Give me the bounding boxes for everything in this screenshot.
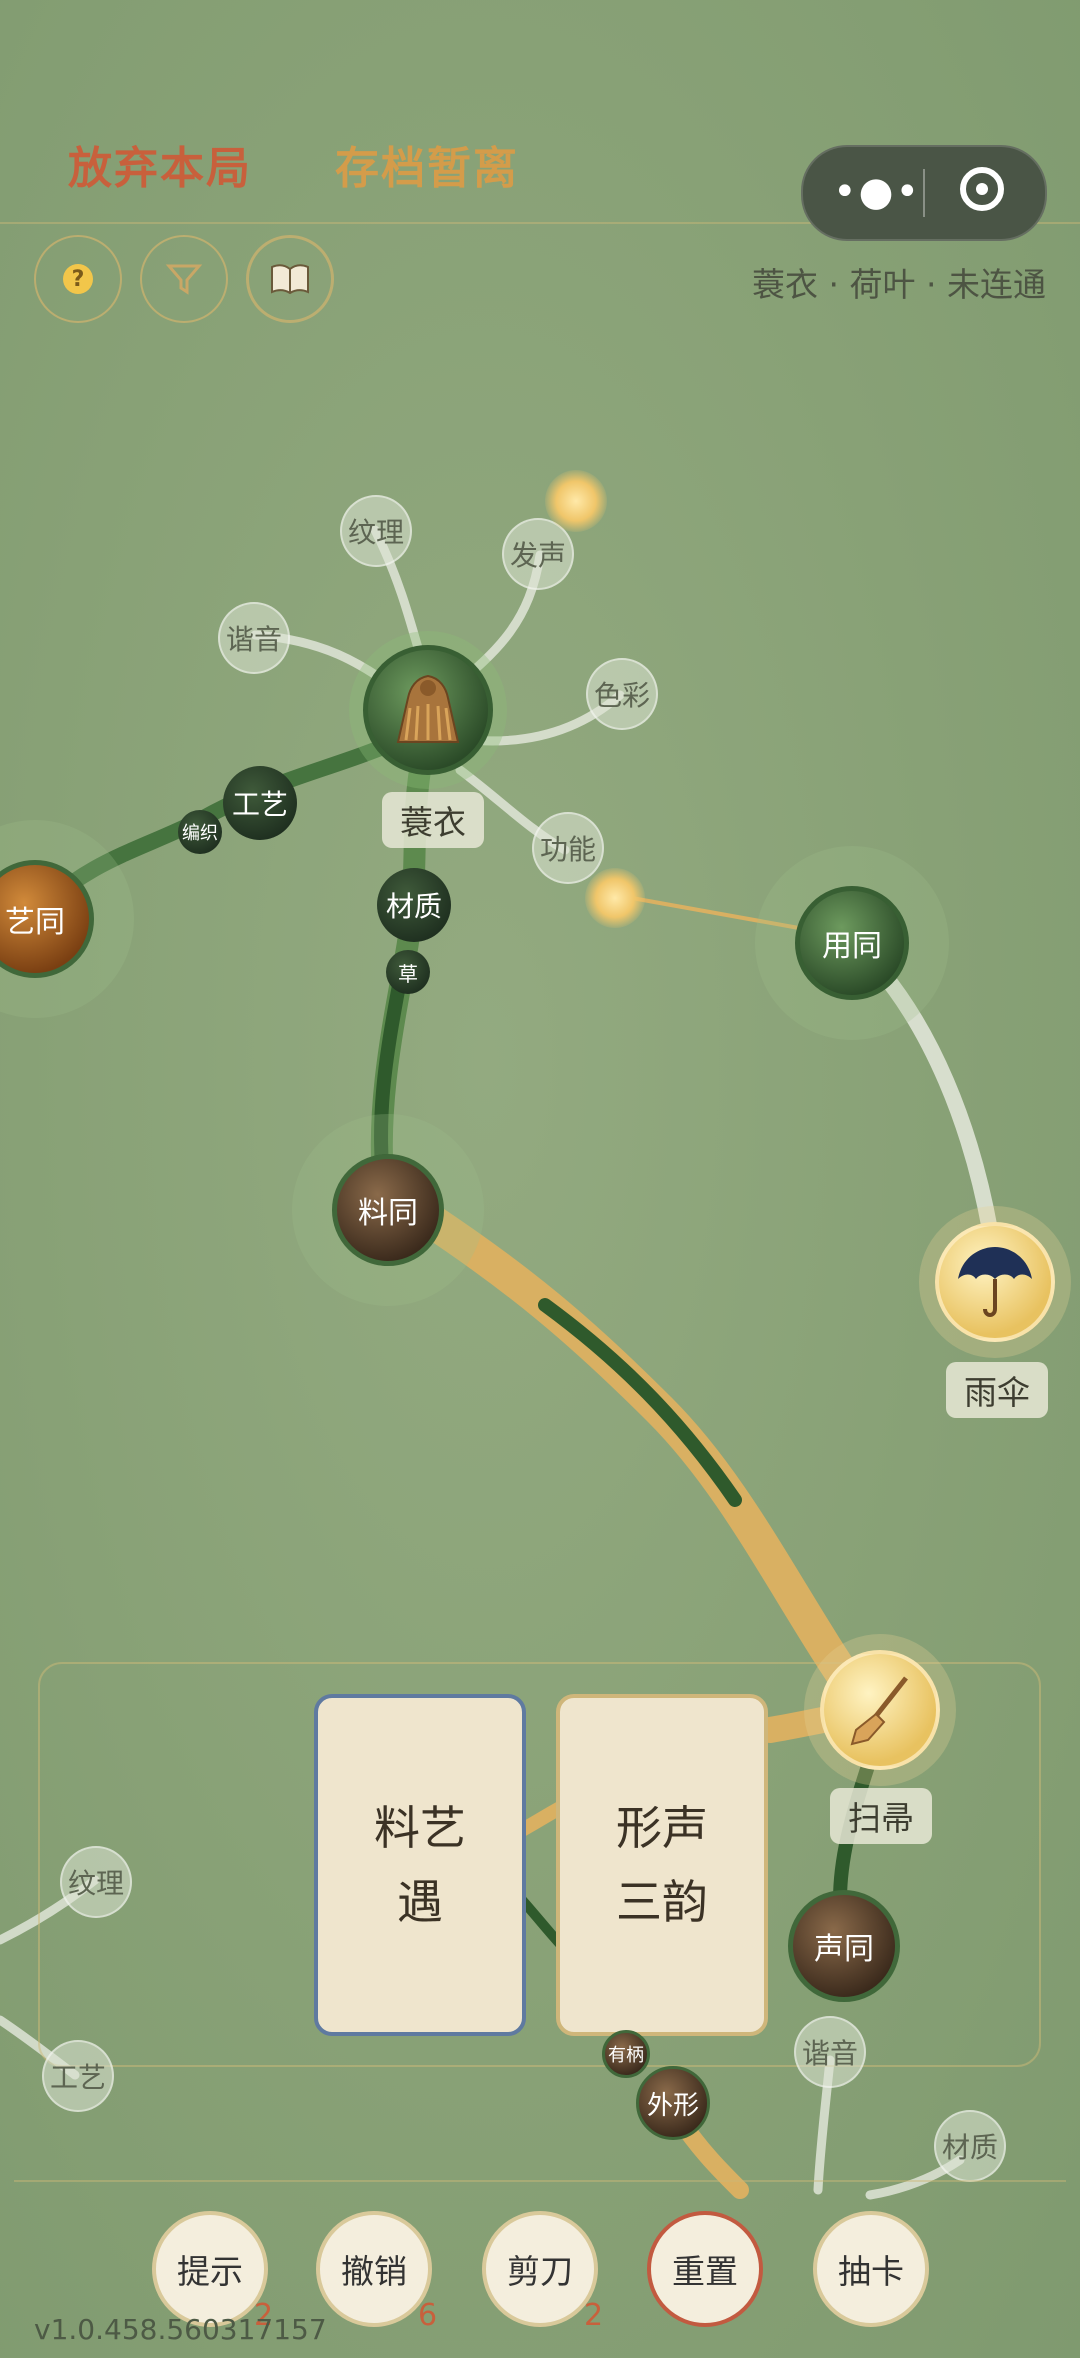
node-attr-homophone[interactable]: 谐音 bbox=[218, 602, 290, 674]
node-attr-material-lower[interactable]: 材质 bbox=[934, 2110, 1006, 2182]
card-title-line2: 遇 bbox=[397, 1875, 443, 1929]
broom-icon bbox=[850, 1676, 908, 1746]
book-icon bbox=[271, 264, 309, 295]
energy-spark bbox=[545, 470, 607, 532]
connection-status-text: 蓑衣 · 荷叶 · 未连通 bbox=[752, 265, 1046, 304]
scissors-button[interactable]: 剪刀 bbox=[482, 2211, 598, 2327]
card-title-line1: 形声 bbox=[616, 1801, 708, 1855]
more-dots-icon[interactable]: •●• bbox=[833, 169, 921, 215]
item-node-broom-label: 扫帚 bbox=[830, 1788, 932, 1844]
capsule-divider bbox=[923, 169, 925, 217]
item-node-umbrella[interactable] bbox=[935, 1222, 1055, 1342]
node-attr-weave[interactable]: 编织 bbox=[178, 810, 222, 854]
energy-spark bbox=[585, 868, 645, 928]
save-and-leave-button[interactable]: 存档暂离 bbox=[335, 132, 519, 196]
scissors-count: 2 bbox=[584, 2298, 604, 2333]
card-title-line1: 料艺 bbox=[374, 1801, 466, 1855]
node-attr-craft-lower[interactable]: 工艺 bbox=[42, 2040, 114, 2112]
item-node-umbrella-label: 雨伞 bbox=[946, 1362, 1048, 1418]
node-attr-function[interactable]: 功能 bbox=[532, 812, 604, 884]
node-attr-grass[interactable]: 草 bbox=[386, 950, 430, 994]
funnel-icon bbox=[165, 264, 203, 295]
target-icon[interactable] bbox=[960, 167, 1004, 211]
node-attr-handle[interactable]: 有柄 bbox=[602, 2030, 650, 2078]
node-attr-shape[interactable]: 外形 bbox=[636, 2066, 710, 2140]
help-icon: ? bbox=[63, 264, 93, 294]
link-node-material-same[interactable]: 料同 bbox=[332, 1154, 444, 1266]
node-attr-homophone-lower[interactable]: 谐音 bbox=[794, 2016, 866, 2088]
center-node-straw-cape[interactable] bbox=[363, 645, 493, 775]
draw-card-button[interactable]: 抽卡 bbox=[813, 2211, 929, 2327]
undo-count: 6 bbox=[418, 2298, 438, 2333]
card-shape-sound[interactable]: 形声 三韵 bbox=[556, 1694, 768, 2036]
item-node-broom[interactable] bbox=[820, 1650, 940, 1770]
node-attr-texture[interactable]: 纹理 bbox=[340, 495, 412, 567]
collection-button[interactable] bbox=[246, 235, 334, 323]
hint-button[interactable]: 提示 bbox=[152, 2211, 268, 2327]
center-node-label: 蓑衣 bbox=[382, 792, 484, 848]
node-attr-color[interactable]: 色彩 bbox=[586, 658, 658, 730]
reset-button[interactable]: 重置 bbox=[647, 2211, 763, 2327]
mini-program-capsule: •●• bbox=[801, 145, 1047, 241]
version-text: v1.0.458.560317157 bbox=[34, 2313, 327, 2346]
straw-cape-icon bbox=[396, 674, 460, 743]
link-node-sound-same[interactable]: 声同 bbox=[788, 1890, 900, 2002]
abandon-game-button[interactable]: 放弃本局 bbox=[68, 132, 252, 196]
umbrella-icon bbox=[958, 1247, 1032, 1317]
undo-button[interactable]: 撤销 bbox=[316, 2211, 432, 2327]
node-attr-material[interactable]: 材质 bbox=[377, 868, 451, 942]
link-node-use-same[interactable]: 用同 bbox=[795, 886, 909, 1000]
card-title-line2: 三韵 bbox=[616, 1875, 708, 1929]
node-attr-craft[interactable]: 工艺 bbox=[223, 766, 297, 840]
card-material-craft[interactable]: 料艺 遇 bbox=[314, 1694, 526, 2036]
node-attr-texture-lower[interactable]: 纹理 bbox=[60, 1846, 132, 1918]
help-button[interactable]: ? bbox=[34, 235, 122, 323]
toolbar-divider bbox=[14, 2180, 1066, 2182]
filter-button[interactable] bbox=[140, 235, 228, 323]
